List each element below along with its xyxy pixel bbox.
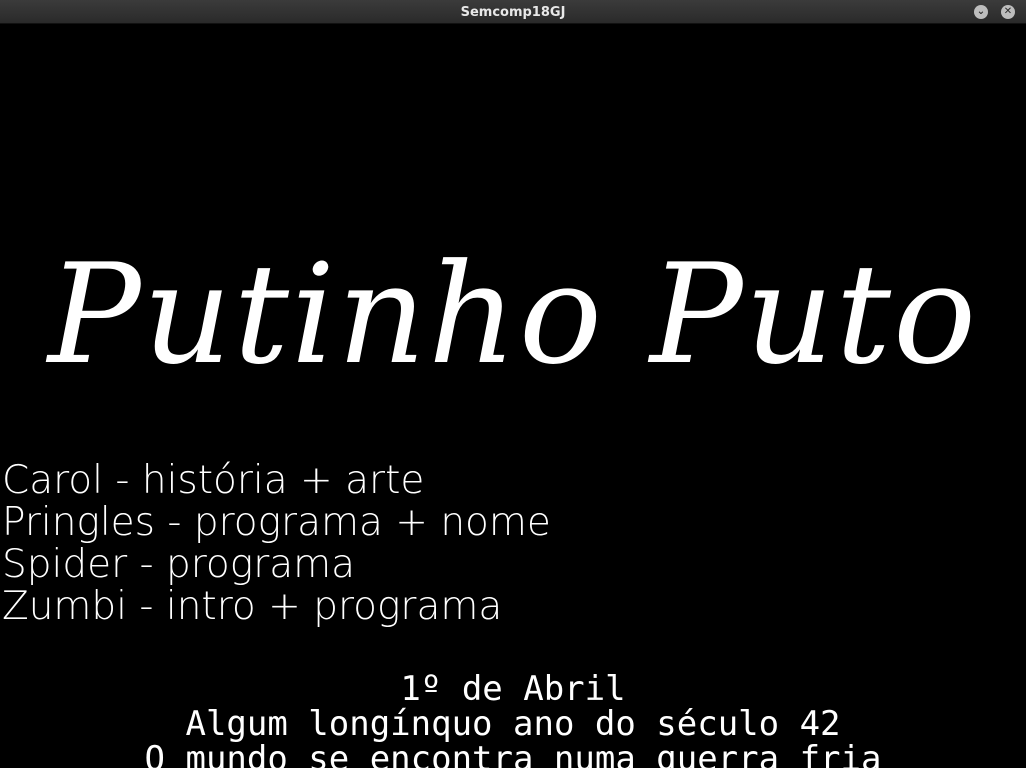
window-titlebar[interactable]: Semcomp18GJ ⌄ ✕	[0, 0, 1026, 24]
intro-story: 1º de Abril Algum longínquo ano do sécul…	[0, 672, 1026, 768]
game-logo: Putinho Puto	[47, 234, 979, 395]
credit-line: Carol - história + arte	[2, 458, 425, 503]
credit-line: Zumbi - intro + programa	[2, 584, 503, 629]
window-title: Semcomp18GJ	[460, 5, 566, 20]
credit-line: Pringles - programa + nome	[2, 500, 551, 545]
close-button[interactable]: ✕	[1001, 5, 1015, 19]
minimize-button[interactable]: ⌄	[974, 5, 988, 19]
close-icon: ✕	[1003, 6, 1013, 17]
credit-line: Spider - programa	[2, 542, 356, 587]
credits-list: Carol - história + arte Pringles - progr…	[2, 460, 551, 628]
chevron-down-icon: ⌄	[976, 6, 986, 17]
game-canvas[interactable]: Putinho Puto Carol - história + arte Pri…	[0, 24, 1026, 768]
story-line: O mundo se encontra numa guerra fria	[144, 739, 882, 768]
story-line: Algum longínquo ano do século 42	[185, 704, 841, 744]
story-line: 1º de Abril	[400, 669, 626, 709]
